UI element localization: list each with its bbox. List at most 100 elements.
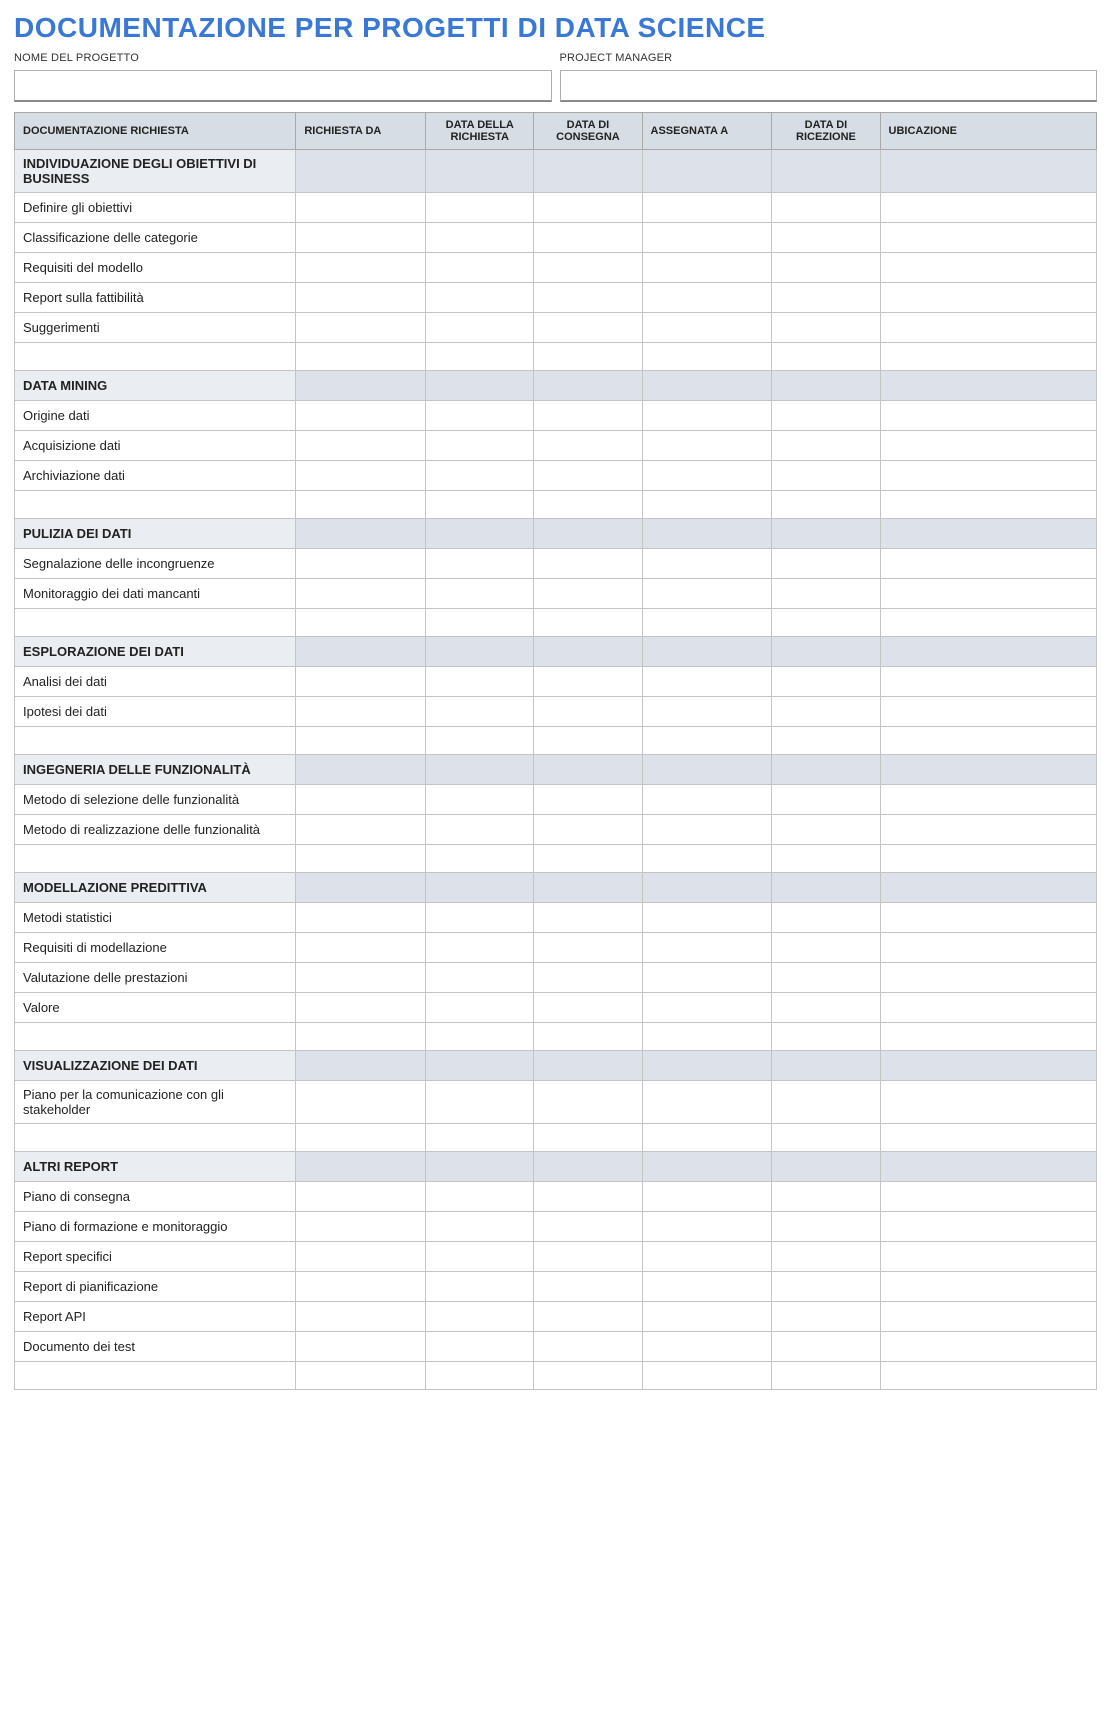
data-cell[interactable] [880, 431, 1096, 461]
data-cell[interactable] [426, 667, 534, 697]
data-cell[interactable] [772, 549, 880, 579]
data-cell[interactable] [534, 579, 642, 609]
blank-cell[interactable] [534, 491, 642, 519]
blank-cell[interactable] [772, 727, 880, 755]
data-cell[interactable] [880, 697, 1096, 727]
data-cell[interactable] [534, 549, 642, 579]
data-cell[interactable] [642, 963, 772, 993]
data-cell[interactable] [296, 1242, 426, 1272]
blank-cell[interactable] [15, 1362, 296, 1390]
data-cell[interactable] [772, 283, 880, 313]
data-cell[interactable] [642, 785, 772, 815]
data-cell[interactable] [772, 697, 880, 727]
blank-cell[interactable] [426, 1124, 534, 1152]
data-cell[interactable] [642, 283, 772, 313]
blank-cell[interactable] [642, 845, 772, 873]
data-cell[interactable] [296, 431, 426, 461]
data-cell[interactable] [426, 1212, 534, 1242]
data-cell[interactable] [880, 579, 1096, 609]
data-cell[interactable] [772, 815, 880, 845]
data-cell[interactable] [296, 1332, 426, 1362]
data-cell[interactable] [426, 549, 534, 579]
blank-cell[interactable] [772, 609, 880, 637]
blank-cell[interactable] [534, 609, 642, 637]
blank-cell[interactable] [426, 609, 534, 637]
data-cell[interactable] [296, 697, 426, 727]
blank-cell[interactable] [296, 1124, 426, 1152]
data-cell[interactable] [296, 815, 426, 845]
data-cell[interactable] [880, 1242, 1096, 1272]
blank-cell[interactable] [880, 1124, 1096, 1152]
data-cell[interactable] [880, 1332, 1096, 1362]
blank-cell[interactable] [880, 727, 1096, 755]
data-cell[interactable] [426, 401, 534, 431]
data-cell[interactable] [642, 697, 772, 727]
data-cell[interactable] [772, 431, 880, 461]
data-cell[interactable] [534, 903, 642, 933]
data-cell[interactable] [296, 667, 426, 697]
data-cell[interactable] [642, 1081, 772, 1124]
data-cell[interactable] [296, 993, 426, 1023]
blank-cell[interactable] [15, 1023, 296, 1051]
data-cell[interactable] [880, 1081, 1096, 1124]
data-cell[interactable] [642, 461, 772, 491]
project-manager-input[interactable] [560, 70, 1098, 102]
blank-cell[interactable] [426, 491, 534, 519]
data-cell[interactable] [426, 461, 534, 491]
data-cell[interactable] [534, 193, 642, 223]
blank-cell[interactable] [772, 1124, 880, 1152]
data-cell[interactable] [426, 253, 534, 283]
blank-cell[interactable] [772, 343, 880, 371]
data-cell[interactable] [426, 815, 534, 845]
data-cell[interactable] [534, 1272, 642, 1302]
data-cell[interactable] [426, 963, 534, 993]
blank-cell[interactable] [880, 343, 1096, 371]
data-cell[interactable] [880, 253, 1096, 283]
data-cell[interactable] [772, 461, 880, 491]
blank-cell[interactable] [880, 1023, 1096, 1051]
data-cell[interactable] [642, 1212, 772, 1242]
data-cell[interactable] [426, 1302, 534, 1332]
data-cell[interactable] [642, 815, 772, 845]
data-cell[interactable] [426, 993, 534, 1023]
data-cell[interactable] [642, 903, 772, 933]
data-cell[interactable] [426, 431, 534, 461]
data-cell[interactable] [880, 667, 1096, 697]
data-cell[interactable] [296, 1182, 426, 1212]
blank-cell[interactable] [772, 1023, 880, 1051]
blank-cell[interactable] [534, 727, 642, 755]
blank-cell[interactable] [534, 845, 642, 873]
blank-cell[interactable] [880, 609, 1096, 637]
data-cell[interactable] [426, 579, 534, 609]
blank-cell[interactable] [642, 1362, 772, 1390]
data-cell[interactable] [642, 431, 772, 461]
data-cell[interactable] [296, 963, 426, 993]
data-cell[interactable] [772, 1081, 880, 1124]
blank-cell[interactable] [642, 1124, 772, 1152]
data-cell[interactable] [296, 785, 426, 815]
data-cell[interactable] [426, 1081, 534, 1124]
data-cell[interactable] [642, 1272, 772, 1302]
data-cell[interactable] [880, 1302, 1096, 1332]
blank-cell[interactable] [426, 727, 534, 755]
data-cell[interactable] [880, 933, 1096, 963]
data-cell[interactable] [772, 253, 880, 283]
data-cell[interactable] [772, 1272, 880, 1302]
data-cell[interactable] [426, 1182, 534, 1212]
data-cell[interactable] [296, 283, 426, 313]
blank-cell[interactable] [15, 609, 296, 637]
data-cell[interactable] [880, 193, 1096, 223]
data-cell[interactable] [772, 579, 880, 609]
data-cell[interactable] [772, 1302, 880, 1332]
data-cell[interactable] [426, 697, 534, 727]
data-cell[interactable] [296, 1302, 426, 1332]
data-cell[interactable] [642, 253, 772, 283]
blank-cell[interactable] [296, 845, 426, 873]
blank-cell[interactable] [15, 845, 296, 873]
data-cell[interactable] [534, 401, 642, 431]
blank-cell[interactable] [15, 491, 296, 519]
data-cell[interactable] [880, 993, 1096, 1023]
data-cell[interactable] [296, 1081, 426, 1124]
data-cell[interactable] [534, 697, 642, 727]
data-cell[interactable] [772, 1212, 880, 1242]
